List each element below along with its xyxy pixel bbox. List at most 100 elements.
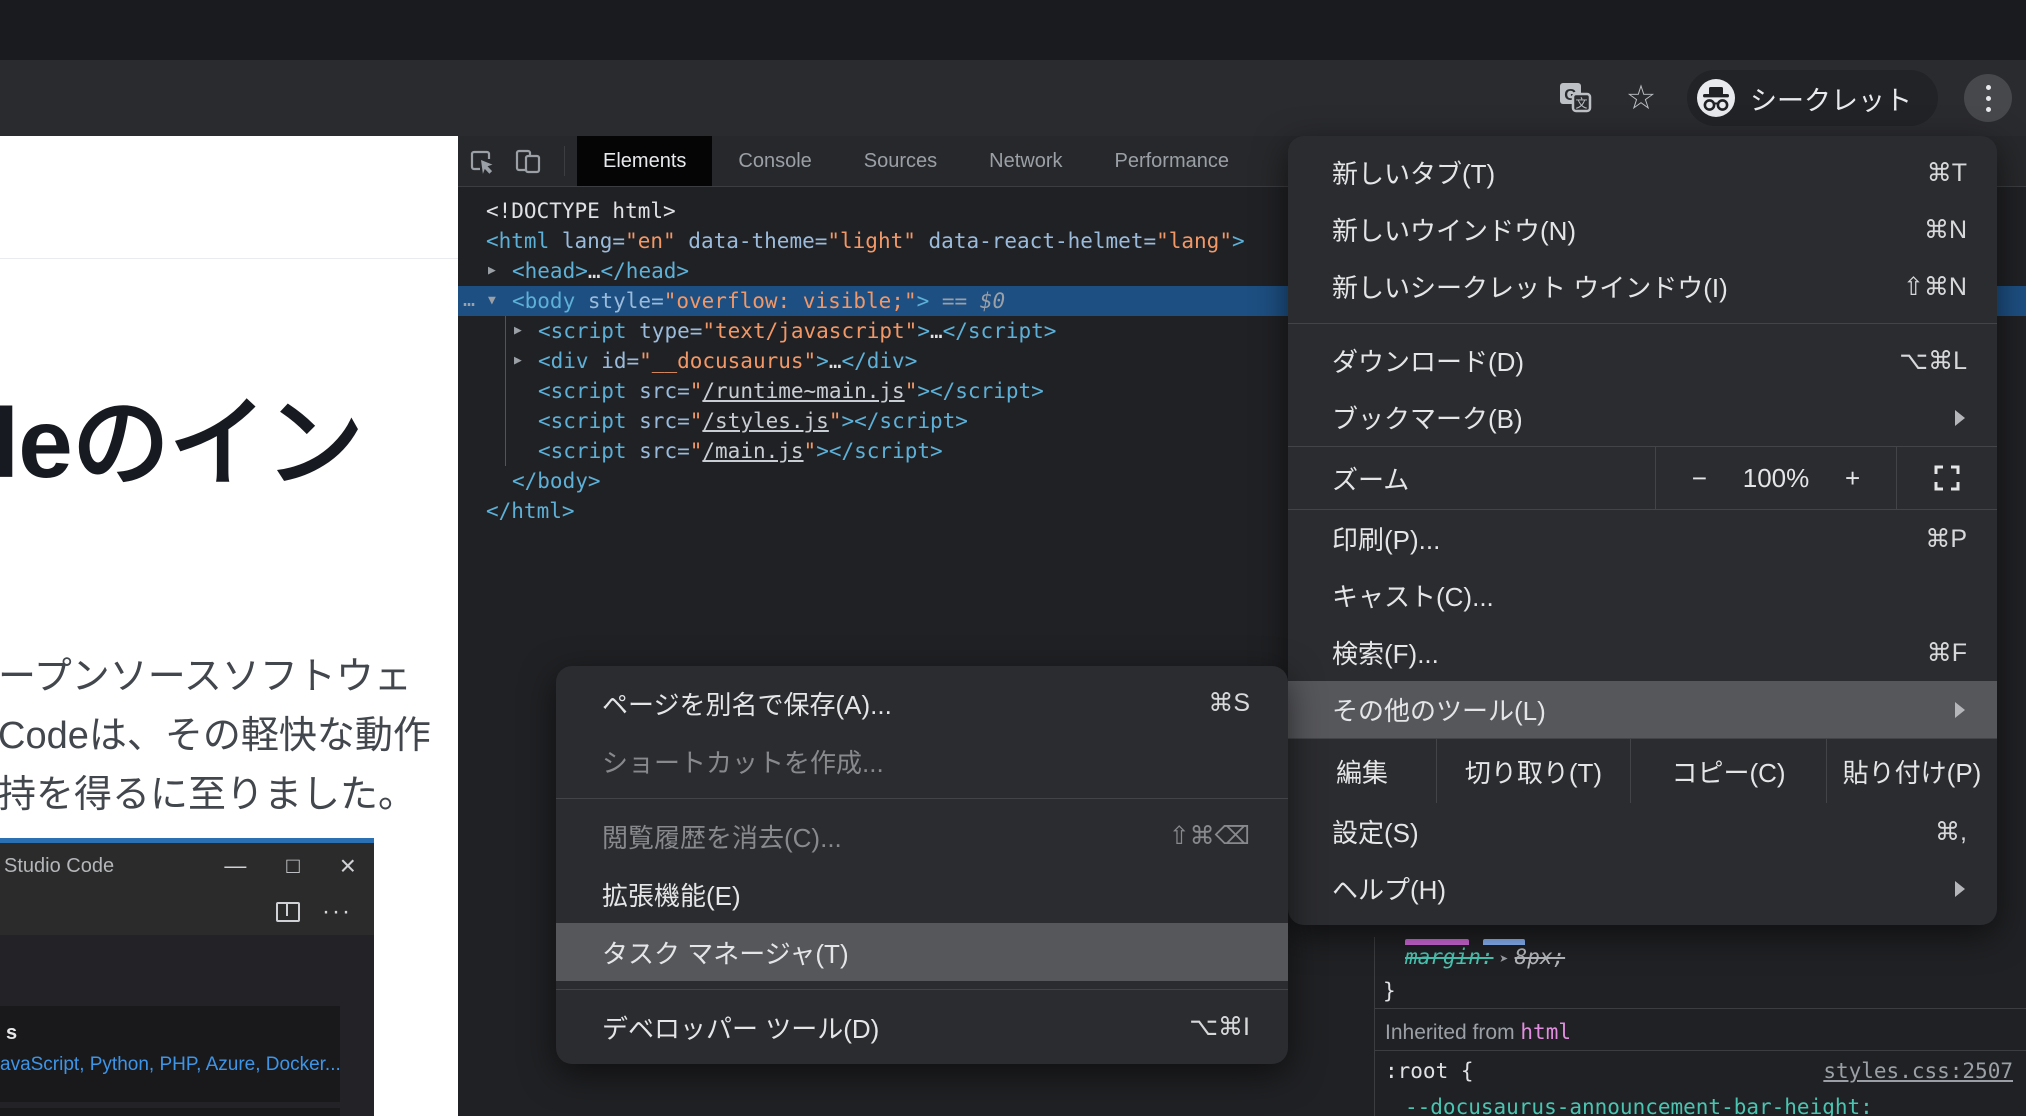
collapse-arrow-icon[interactable]: ▶ — [488, 256, 496, 286]
menu-item[interactable]: その他のツール(L) — [1288, 681, 1997, 738]
device-toolbar-icon[interactable] — [506, 139, 550, 183]
inspect-element-icon[interactable] — [460, 139, 504, 183]
devtools-tab-console[interactable]: Console — [712, 136, 837, 186]
screen: G 文 ☆ シークレット — [0, 0, 2026, 1116]
menu-item-shortcut: ⌘F — [1927, 638, 1967, 668]
menu-item-label: 設定(S) — [1332, 813, 1935, 850]
jump-arrow-icon: ➤ — [1494, 950, 1515, 968]
menu-item-shortcut: ⌘N — [1924, 215, 1967, 245]
menu-item[interactable]: 切り取り(T) — [1437, 739, 1631, 803]
menu-item-shortcut: ⌥⌘I — [1189, 1012, 1250, 1042]
zoom-label: ズーム — [1288, 447, 1656, 509]
submenu-arrow-icon — [1955, 881, 1965, 897]
menu-item[interactable]: キャスト(C)... — [1288, 567, 1997, 624]
menu-item-shortcut: ⌘P — [1925, 524, 1967, 554]
bookmark-star-icon[interactable]: ☆ — [1621, 78, 1661, 118]
zoom-level-value: 100% — [1743, 463, 1810, 494]
devtools-tab-network[interactable]: Network — [963, 136, 1088, 186]
menu-item-label: ヘルプ(H) — [1332, 870, 1955, 907]
menu-item[interactable]: ページを別名で保存(A)...⌘S — [556, 674, 1288, 732]
page-paragraph: ープンソースソフトウェ Codeは、その軽快な動作 持を得るに至りました。 — [0, 648, 431, 825]
menu-separator — [556, 790, 1288, 807]
inherited-from-row: Inherited from html — [1375, 1014, 2026, 1050]
menu-item-label: ページを別名で保存(A)... — [602, 685, 1208, 722]
menu-item-label: その他のツール(L) — [1332, 691, 1955, 728]
stylesheet-source-link[interactable]: styles.css:2507 — [1823, 1056, 2013, 1086]
menu-item[interactable]: 新しいウインドウ(N)⌘N — [1288, 201, 1997, 258]
translate-icon[interactable]: G 文 — [1555, 78, 1595, 118]
menu-item-shortcut: ⌘, — [1935, 817, 1967, 847]
browser-tab-strip — [0, 0, 2026, 60]
menu-item-label: ブックマーク(B) — [1332, 399, 1955, 436]
more-tools-submenu: ページを別名で保存(A)...⌘S ショートカットを作成... 閲覧履歴を消去(C)… — [556, 666, 1288, 1064]
toolbar-right-icons: G 文 ☆ シークレット — [1555, 60, 2012, 136]
paragraph-line: ープンソースソフトウェ — [0, 648, 431, 707]
collapse-arrow-icon[interactable]: ▶ — [514, 316, 522, 346]
vscode-window-controls: — □ × — [224, 843, 356, 889]
menu-item-shortcut: ⇧⌘⌫ — [1169, 821, 1250, 851]
menu-item[interactable]: ヘルプ(H) — [1288, 860, 1997, 917]
menu-separator — [1288, 315, 1997, 332]
menu-item-label: ダウンロード(D) — [1332, 342, 1899, 379]
page-title: leのイン — [0, 364, 363, 506]
css-variable-row[interactable]: --docusaurus-announcement-bar-height: — [1375, 1092, 2026, 1116]
menu-item[interactable]: 新しいシークレット ウインドウ(I)⇧⌘N — [1288, 258, 1997, 315]
menu-item[interactable]: ダウンロード(D)⌥⌘L — [1288, 332, 1997, 389]
node-more-dots[interactable]: … — [463, 284, 476, 314]
overridden-css-property[interactable]: margin:➤8px; — [1375, 942, 2026, 972]
menu-item[interactable]: コピー(C) — [1631, 739, 1827, 803]
menu-item-label: 閲覧履歴を消去(C)... — [602, 818, 1169, 855]
devtools-tab-performance[interactable]: Performance — [1089, 136, 1256, 186]
menu-item-label: キャスト(C)... — [1332, 577, 1967, 614]
indent-guide — [505, 316, 506, 466]
collapse-arrow-icon[interactable]: ▶ — [514, 346, 522, 376]
more-actions-icon: ··· — [322, 898, 352, 926]
devtools-tab-elements[interactable]: Elements — [577, 136, 712, 186]
menu-item-label: 新しいタブ(T) — [1332, 154, 1927, 191]
menu-item[interactable]: 印刷(P)...⌘P — [1288, 510, 1997, 567]
vscode-titlebar: Studio Code — □ × — [0, 843, 374, 889]
menu-item-label: タスク マネージャ(T) — [602, 934, 1250, 971]
menu-item[interactable]: 設定(S)⌘, — [1288, 803, 1997, 860]
menu-item-shortcut: ⌥⌘L — [1899, 346, 1967, 376]
toolbar-divider — [564, 146, 565, 176]
inherited-element-link[interactable]: html — [1520, 1020, 1571, 1044]
menu-item-label: 印刷(P)... — [1332, 520, 1925, 557]
styles-pane: margin:➤8px; } Inherited from html :root… — [1375, 937, 2026, 1116]
menu-item[interactable]: 検索(F)...⌘F — [1288, 624, 1997, 681]
zoom-out-button[interactable]: − — [1684, 463, 1715, 494]
browser-main-menu: 新しいタブ(T)⌘T新しいウインドウ(N)⌘N新しいシークレット ウインドウ(I… — [1288, 136, 1997, 925]
vscode-editor-toolbar: ··· — [0, 889, 374, 935]
fullscreen-button[interactable] — [1897, 447, 1997, 509]
menu-item: 閲覧履歴を消去(C)...⇧⌘⌫ — [556, 807, 1288, 865]
menu-item-shortcut: ⇧⌘N — [1903, 272, 1967, 302]
menu-item-shortcut: ⌘T — [1927, 158, 1967, 188]
menu-item-label: 新しいウインドウ(N) — [1332, 211, 1924, 248]
zoom-in-button[interactable]: + — [1837, 463, 1868, 494]
devtools-tab-sources[interactable]: Sources — [838, 136, 963, 186]
expand-arrow-icon[interactable]: ▼ — [488, 286, 496, 316]
menu-item-label: 拡張機能(E) — [602, 876, 1250, 913]
menu-item[interactable]: タスク マネージャ(T) — [556, 923, 1288, 981]
menu-item[interactable]: 新しいタブ(T)⌘T — [1288, 144, 1997, 201]
menu-item[interactable]: 貼り付け(P) — [1827, 739, 1997, 803]
browser-menu-button[interactable] — [1964, 74, 2012, 122]
incognito-label: シークレット — [1750, 79, 1912, 118]
edit-label: 編集 — [1288, 739, 1437, 803]
svg-text:文: 文 — [1575, 96, 1587, 111]
menu-item[interactable]: ブックマーク(B) — [1288, 389, 1997, 446]
browser-toolbar: G 文 ☆ シークレット — [0, 60, 2026, 137]
menu-item-label: ショートカットを作成... — [602, 743, 1250, 780]
paragraph-line: 持を得るに至りました。 — [0, 766, 431, 825]
style-rule-selector: :root { styles.css:2507 — [1375, 1056, 2026, 1086]
vscode-editor-area: s avaScript, Python, PHP, Azure, Docker.… — [0, 935, 374, 1116]
incognito-icon — [1696, 78, 1736, 118]
edit-row: 編集切り取り(T)コピー(C)貼り付け(P) — [1288, 738, 1997, 803]
menu-item[interactable]: デベロッパー ツール(D)⌥⌘I — [556, 998, 1288, 1056]
language-links: avaScript, Python, PHP, Azure, Docker... — [0, 1054, 340, 1076]
menu-item[interactable]: 拡張機能(E) — [556, 865, 1288, 923]
submenu-arrow-icon — [1955, 702, 1965, 718]
vscode-screenshot: Studio Code — □ × ··· s avaScript, Pytho… — [0, 838, 374, 1116]
submenu-arrow-icon — [1955, 410, 1965, 426]
menu-item-label: 検索(F)... — [1332, 634, 1927, 671]
